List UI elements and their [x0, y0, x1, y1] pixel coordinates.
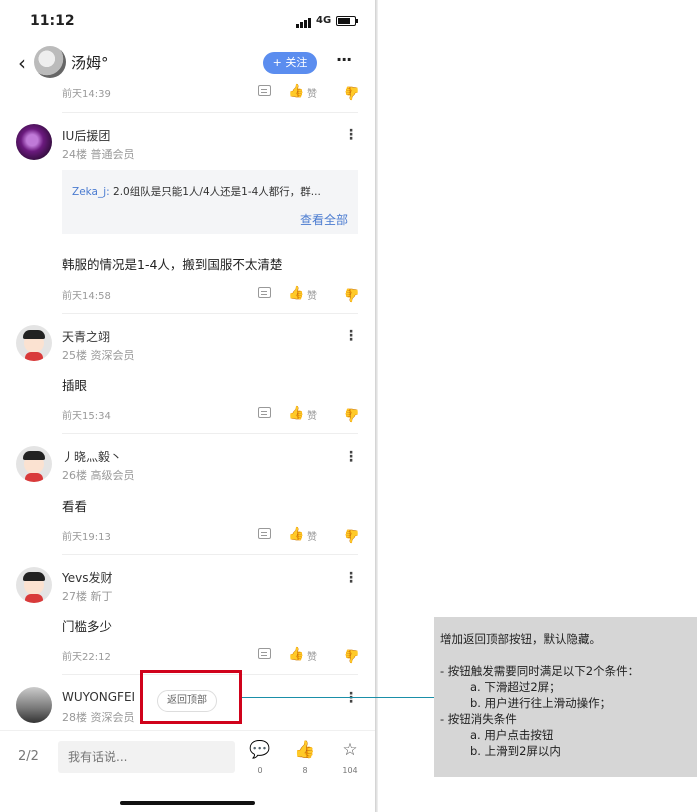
- dislike-icon[interactable]: 👍: [344, 527, 360, 543]
- dislike-icon[interactable]: 👍: [344, 647, 360, 663]
- follow-button[interactable]: + 关注: [263, 52, 317, 74]
- comment-icon[interactable]: [258, 287, 271, 298]
- note-line: - 按钮消失条件: [440, 712, 517, 726]
- floor-meta: 25楼 资深会员: [62, 349, 135, 362]
- like-icon[interactable]: 👍: [288, 406, 304, 422]
- like-count: 8: [302, 766, 308, 775]
- floor-meta: 26楼 高级会员: [62, 469, 135, 482]
- comment-icon[interactable]: [258, 85, 271, 96]
- like-label[interactable]: 赞: [307, 648, 317, 663]
- status-bar: 11:12 4G: [0, 0, 375, 44]
- phone-edge-shadow: [375, 0, 378, 812]
- post-actions: 前天14:39 👍 赞 👍: [62, 82, 360, 102]
- quote-author[interactable]: Zeka_j:: [72, 186, 110, 198]
- note-line: a. 下滑超过2屏；: [470, 680, 561, 694]
- page-indicator[interactable]: 2/2: [18, 749, 39, 764]
- like-icon[interactable]: 👍: [288, 527, 304, 543]
- post-body: 韩服的情况是1-4人，搬到国服不太清楚: [62, 257, 283, 272]
- user-avatar[interactable]: [16, 567, 52, 603]
- favorite-count: 104: [342, 766, 358, 775]
- post-more-icon[interactable]: ⋮: [344, 570, 358, 586]
- user-name[interactable]: 丿晓灬毅丶: [62, 448, 122, 465]
- note-line: a. 用户点击按钮: [470, 728, 554, 742]
- floor-meta: 28楼 资深会员: [62, 711, 135, 724]
- note-line: b. 上滑到2屏以内: [470, 744, 561, 758]
- phone-screen: 11:12 4G ‹ 汤姆° + 关注 ··· 前天14:39 👍 赞 👍 IU…: [0, 0, 375, 812]
- star-icon[interactable]: ☆: [338, 740, 362, 760]
- user-name[interactable]: IU后援团: [62, 127, 110, 144]
- divider: [62, 112, 358, 113]
- post-time: 前天22:12: [62, 652, 111, 663]
- author-name[interactable]: 汤姆°: [71, 52, 109, 73]
- author-avatar[interactable]: [34, 46, 66, 78]
- comment-count: 0: [257, 766, 263, 775]
- post-more-icon[interactable]: ⋮: [344, 328, 358, 344]
- more-menu-icon[interactable]: ···: [336, 50, 352, 69]
- highlight-box: [140, 670, 242, 724]
- like-label[interactable]: 赞: [307, 85, 317, 100]
- user-avatar[interactable]: [16, 687, 52, 723]
- like-icon[interactable]: 👍: [288, 286, 304, 302]
- dislike-icon[interactable]: 👍: [344, 84, 360, 100]
- post-actions: 前天14:58 👍 赞 👍: [62, 284, 360, 304]
- post-time: 前天14:58: [62, 291, 111, 302]
- user-avatar[interactable]: [16, 124, 52, 160]
- post-actions: 前天22:12 👍 赞 👍: [62, 645, 360, 665]
- like-icon[interactable]: 👍: [288, 84, 304, 100]
- bottom-bar: 2/2 💬 0 👍 8 ☆ 104: [0, 730, 375, 812]
- post-body: 看看: [62, 499, 88, 514]
- post-more-icon[interactable]: ⋮: [344, 690, 358, 706]
- comment-icon[interactable]: [258, 648, 271, 659]
- floor-meta: 27楼 新丁: [62, 590, 113, 603]
- user-name[interactable]: 天青之翊: [62, 328, 110, 345]
- network-label: 4G: [316, 15, 332, 26]
- like-icon[interactable]: 👍: [288, 647, 304, 663]
- post-time: 前天19:13: [62, 532, 111, 543]
- quoted-reply[interactable]: Zeka_j: 2.0组队是只能1人/4人还是1-4人都行，群... 查看全部: [62, 170, 358, 234]
- reply-input[interactable]: [58, 741, 235, 773]
- view-all-link[interactable]: 查看全部: [300, 211, 348, 228]
- post-body: 插眼: [62, 378, 88, 393]
- comment-icon[interactable]: [258, 528, 271, 539]
- comment-icon[interactable]: 💬: [248, 740, 272, 760]
- note-line: b. 用户进行往上滑动操作；: [470, 696, 612, 710]
- user-avatar[interactable]: [16, 446, 52, 482]
- post-actions: 前天15:34 👍 赞 👍: [62, 404, 360, 424]
- back-icon[interactable]: ‹: [18, 51, 26, 75]
- divider: [62, 554, 358, 555]
- post-actions: 前天19:13 👍 赞 👍: [62, 525, 360, 545]
- post-more-icon[interactable]: ⋮: [344, 127, 358, 143]
- like-label[interactable]: 赞: [307, 287, 317, 302]
- quote-text: Zeka_j: 2.0组队是只能1人/4人还是1-4人都行，群...: [72, 184, 352, 199]
- status-time: 11:12: [30, 13, 75, 29]
- comment-icon[interactable]: [258, 407, 271, 418]
- divider: [62, 433, 358, 434]
- floor-meta: 24楼 普通会员: [62, 148, 135, 161]
- note-line: - 按钮触发需要同时满足以下2个条件：: [440, 664, 640, 678]
- user-avatar[interactable]: [16, 325, 52, 361]
- battery-icon: [336, 16, 358, 26]
- signal-icon: [296, 17, 311, 28]
- annotation-note: 增加返回顶部按钮，默认隐藏。 - 按钮触发需要同时满足以下2个条件： a. 下滑…: [434, 617, 697, 777]
- user-name[interactable]: WUYONGFEI: [62, 690, 135, 704]
- user-name[interactable]: Yevs发财: [62, 569, 112, 586]
- thread-header: ‹ 汤姆° + 关注 ···: [0, 44, 375, 82]
- quote-content: 2.0组队是只能1人/4人还是1-4人都行，群...: [109, 186, 321, 198]
- like-icon[interactable]: 👍: [293, 740, 317, 760]
- post-time: 前天14:39: [62, 89, 111, 100]
- note-line: 增加返回顶部按钮，默认隐藏。: [440, 632, 601, 646]
- dislike-icon[interactable]: 👍: [344, 286, 360, 302]
- divider: [62, 313, 358, 314]
- post-more-icon[interactable]: ⋮: [344, 449, 358, 465]
- dislike-icon[interactable]: 👍: [344, 406, 360, 422]
- like-label[interactable]: 赞: [307, 407, 317, 422]
- post-time: 前天15:34: [62, 411, 111, 422]
- post-body: 门槛多少: [62, 619, 113, 634]
- home-indicator[interactable]: [120, 801, 255, 805]
- like-label[interactable]: 赞: [307, 528, 317, 543]
- annotation-connector: [242, 697, 434, 698]
